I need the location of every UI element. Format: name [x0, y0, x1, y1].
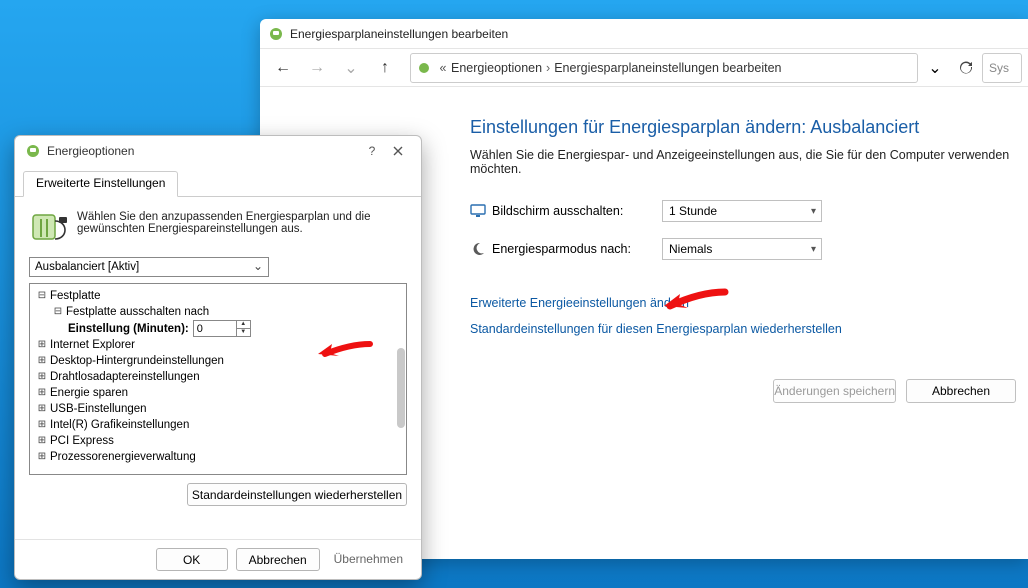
tree-node-wireless[interactable]: Drahtlosadaptereinstellungen: [50, 369, 200, 385]
advanced-settings-link[interactable]: Erweiterte Energieeinstellungen ändern: [470, 296, 1028, 310]
breadcrumb-item[interactable]: Energieoptionen: [451, 61, 542, 75]
tree-node-intel-gfx[interactable]: Intel(R) Grafikeinstellungen: [50, 417, 189, 433]
monitor-icon: [470, 203, 486, 219]
refresh-button[interactable]: [950, 53, 982, 83]
explorer-title: Energiesparplaneinstellungen bearbeiten: [290, 27, 508, 41]
power-plan-value: Ausbalanciert [Aktiv]: [35, 261, 139, 273]
minutes-spinner[interactable]: ▲▼: [193, 320, 251, 337]
expand-icon[interactable]: ⊞: [36, 337, 48, 353]
sleep-value: Niemals: [669, 242, 712, 256]
tree-node-usb[interactable]: USB-Einstellungen: [50, 401, 147, 417]
collapse-icon[interactable]: ⊟: [36, 288, 48, 304]
power-plan-icon: [417, 61, 431, 75]
dialog-intro: Wählen Sie den anzupassenden Energiespar…: [29, 209, 407, 247]
spin-down-button[interactable]: ▼: [237, 329, 250, 337]
tree-node-pci[interactable]: PCI Express: [50, 433, 114, 449]
page-title: Einstellungen für Energiesparplan ändern…: [470, 117, 1028, 138]
dialog-footer: OK Abbrechen Übernehmen: [15, 539, 421, 579]
expand-icon[interactable]: ⊞: [36, 369, 48, 385]
explorer-titlebar: Energiesparplaneinstellungen bearbeiten: [260, 19, 1028, 49]
collapse-icon[interactable]: ⊟: [52, 304, 64, 320]
spin-up-button[interactable]: ▲: [237, 321, 250, 329]
display-off-row: Bildschirm ausschalten: 1 Stunde: [470, 200, 1028, 222]
cancel-button[interactable]: Abbrechen: [906, 379, 1016, 403]
restore-defaults-button[interactable]: Standardeinstellungen wiederherstellen: [187, 483, 407, 506]
display-off-label: Bildschirm ausschalten:: [492, 204, 662, 218]
explorer-button-row: Änderungen speichern Abbrechen: [773, 379, 1016, 403]
advanced-power-dialog: Energieoptionen ? Erweiterte Einstellung…: [14, 135, 422, 580]
nav-history-button[interactable]: ⌄: [334, 53, 368, 83]
display-off-value: 1 Stunde: [669, 204, 717, 218]
expand-icon[interactable]: ⊞: [36, 385, 48, 401]
dialog-titlebar: Energieoptionen ?: [15, 136, 421, 166]
chevron-right-icon: ›: [546, 61, 550, 75]
tree-node-hdd[interactable]: Festplatte: [50, 288, 101, 304]
tree-node-ie[interactable]: Internet Explorer: [50, 337, 135, 353]
breadcrumb[interactable]: « Energieoptionen › Energiesparplaneinst…: [410, 53, 918, 83]
sleep-select[interactable]: Niemals: [662, 238, 822, 260]
expand-icon[interactable]: ⊞: [36, 353, 48, 369]
ok-button[interactable]: OK: [156, 548, 228, 571]
restore-plan-defaults-link[interactable]: Standardeinstellungen für diesen Energie…: [470, 322, 1028, 336]
sleep-label: Energiesparmodus nach:: [492, 242, 662, 256]
nav-forward-button[interactable]: →: [300, 53, 334, 83]
search-input[interactable]: Sys: [982, 53, 1022, 83]
expand-icon[interactable]: ⊞: [36, 449, 48, 465]
scrollbar-thumb[interactable]: [397, 348, 405, 428]
dialog-tabs: Erweiterte Einstellungen: [15, 166, 421, 197]
display-off-select[interactable]: 1 Stunde: [662, 200, 822, 222]
expand-icon[interactable]: ⊞: [36, 401, 48, 417]
settings-tree[interactable]: ⊟Festplatte ⊟Festplatte ausschalten nach…: [29, 283, 407, 475]
close-icon: [393, 146, 403, 156]
setting-minutes-label: Einstellung (Minuten):: [68, 321, 189, 337]
battery-plug-icon: [29, 209, 71, 247]
dialog-intro-text: Wählen Sie den anzupassenden Energiespar…: [77, 209, 407, 247]
dialog-body: Wählen Sie den anzupassenden Energiespar…: [15, 197, 421, 539]
tree-node-desktop-bg[interactable]: Desktop-Hintergrundeinstellungen: [50, 353, 224, 369]
page-subtitle: Wählen Sie die Energiespar- und Anzeigee…: [470, 148, 1028, 176]
cancel-button[interactable]: Abbrechen: [236, 548, 320, 571]
minutes-input[interactable]: [194, 321, 236, 336]
expand-icon[interactable]: ⊞: [36, 417, 48, 433]
apply-button[interactable]: Übernehmen: [328, 548, 409, 571]
tab-advanced-settings[interactable]: Erweiterte Einstellungen: [23, 171, 178, 197]
search-placeholder: Sys: [989, 61, 1009, 75]
explorer-navbar: ← → ⌄ ↑ « Energieoptionen › Energiesparp…: [260, 49, 1028, 87]
dialog-title: Energieoptionen: [47, 144, 134, 158]
power-plan-select[interactable]: Ausbalanciert [Aktiv]: [29, 257, 269, 277]
tree-node-cpu[interactable]: Prozessorenergieverwaltung: [50, 449, 196, 465]
breadcrumb-prefix: «: [435, 61, 451, 75]
moon-icon: [470, 241, 486, 257]
nav-up-button[interactable]: ↑: [368, 53, 402, 83]
sleep-row: Energiesparmodus nach: Niemals: [470, 238, 1028, 260]
close-button[interactable]: [385, 140, 411, 162]
breadcrumb-dropdown[interactable]: ⌄: [926, 58, 944, 78]
help-button[interactable]: ?: [359, 140, 385, 162]
power-options-icon: [25, 143, 41, 159]
save-changes-button[interactable]: Änderungen speichern: [773, 379, 896, 403]
expand-icon[interactable]: ⊞: [36, 433, 48, 449]
power-plan-icon: [268, 26, 284, 42]
nav-back-button[interactable]: ←: [266, 53, 300, 83]
tree-node-save-energy[interactable]: Energie sparen: [50, 385, 128, 401]
breadcrumb-item[interactable]: Energiesparplaneinstellungen bearbeiten: [554, 61, 781, 75]
refresh-icon: [958, 60, 974, 76]
tree-node-hdd-off[interactable]: Festplatte ausschalten nach: [66, 304, 209, 320]
